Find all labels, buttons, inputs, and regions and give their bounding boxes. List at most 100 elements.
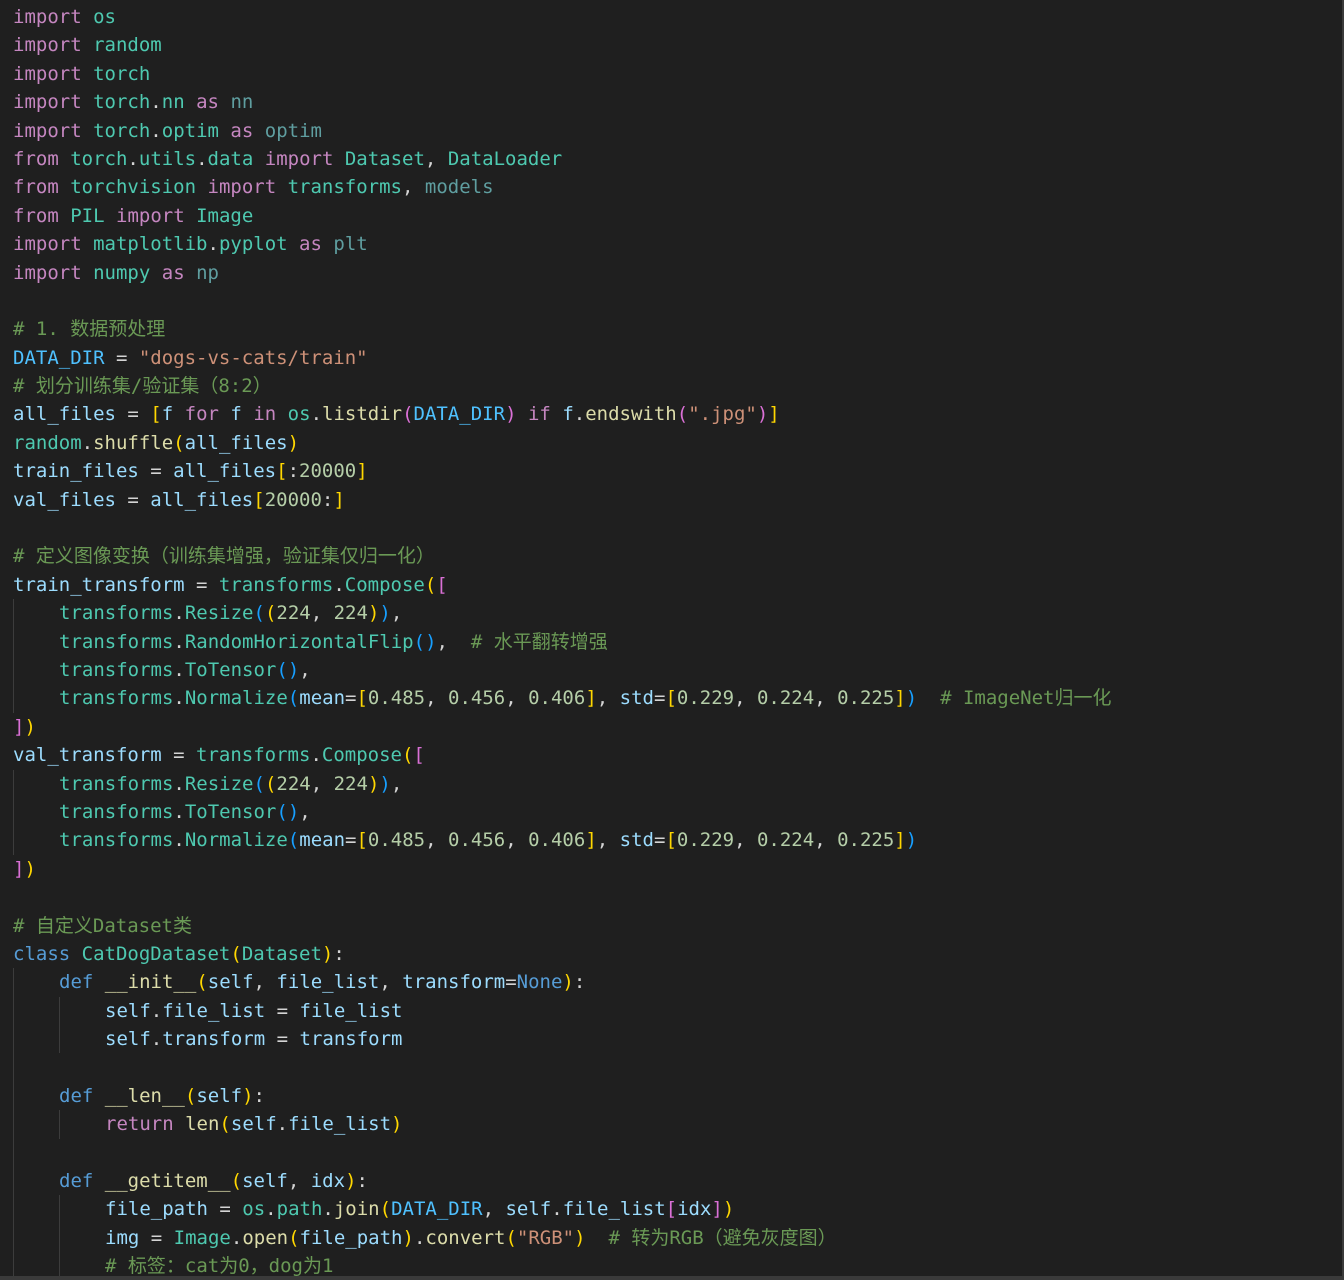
- code-token: (: [402, 403, 414, 426]
- code-token: __getitem__: [104, 1170, 231, 1193]
- code-line[interactable]: [13, 1053, 1342, 1082]
- code-token: .: [310, 403, 323, 426]
- code-line[interactable]: import torch.optim as optim: [13, 117, 1342, 145]
- code-line[interactable]: img = Image.open(file_path).convert("RGB…: [13, 1223, 1342, 1253]
- code-line[interactable]: ]): [13, 855, 1342, 883]
- code-token: ): [24, 715, 36, 738]
- code-line[interactable]: transforms.ToTensor(),: [13, 797, 1342, 827]
- code-token: ): [287, 800, 300, 823]
- code-line[interactable]: transforms.Resize((224, 224)),: [13, 599, 1342, 628]
- code-line[interactable]: import os: [13, 3, 1342, 31]
- code-token: file_path: [105, 1198, 208, 1221]
- code-line[interactable]: def __getitem__(self, idx):: [13, 1167, 1342, 1196]
- code-token: std: [619, 687, 654, 710]
- code-token: ]: [894, 829, 906, 852]
- code-line[interactable]: ]): [13, 713, 1342, 741]
- code-token: (: [253, 772, 265, 795]
- code-line[interactable]: [13, 287, 1342, 315]
- code-token: ): [425, 630, 437, 653]
- code-token: .: [81, 431, 94, 454]
- code-line[interactable]: from torch.utils.data import Dataset, Da…: [13, 145, 1342, 173]
- code-line[interactable]: return len(self.file_list): [13, 1110, 1342, 1139]
- code-line[interactable]: def __init__(self, file_list, transform=…: [13, 968, 1342, 997]
- code-token: (: [219, 1113, 231, 1136]
- code-token: DATA_DIR: [413, 403, 506, 426]
- code-line[interactable]: self.file_list = file_list: [13, 996, 1342, 1026]
- indent-guide: [13, 769, 14, 798]
- code-token: import: [13, 62, 82, 85]
- code-token: (: [424, 573, 437, 596]
- code-line[interactable]: # 1. 数据预处理: [13, 315, 1342, 343]
- code-token: # 定义图像变换（训练集增强，验证集仅归一化）: [13, 545, 435, 568]
- code-token: =: [207, 1198, 243, 1221]
- code-line[interactable]: from torchvision import transforms, mode…: [13, 173, 1342, 201]
- code-token: ,: [734, 829, 757, 852]
- code-line[interactable]: [13, 514, 1342, 542]
- code-token: ,: [505, 829, 529, 852]
- code-token: import: [207, 176, 277, 199]
- code-token: [: [665, 829, 677, 852]
- code-line[interactable]: def __len__(self):: [13, 1081, 1342, 1111]
- code-line[interactable]: val_files = all_files[20000:]: [13, 486, 1342, 514]
- code-token: def: [59, 1170, 94, 1193]
- code-token: import: [13, 119, 82, 142]
- code-line[interactable]: import torch.nn as nn: [13, 88, 1342, 116]
- code-line[interactable]: import random: [13, 31, 1342, 59]
- code-token: transform: [162, 1028, 266, 1051]
- code-line[interactable]: train_transform = transforms.Compose([: [13, 571, 1342, 599]
- code-token: import: [264, 147, 334, 170]
- code-token: :: [287, 460, 300, 483]
- code-line[interactable]: train_files = all_files[:20000]: [13, 457, 1342, 485]
- indent-guide: [13, 599, 14, 628]
- code-line[interactable]: # 划分训练集/验证集（8:2）: [13, 372, 1342, 400]
- code-token: # 水平翻转增强: [470, 630, 608, 653]
- code-area[interactable]: import os import random import torch import…: [13, 3, 1342, 1276]
- code-line[interactable]: [13, 1138, 1342, 1168]
- code-token: # 1. 数据预处理: [13, 318, 166, 341]
- code-line[interactable]: # 自定义Dataset类: [13, 912, 1342, 940]
- code-token: self: [105, 1028, 151, 1051]
- code-line[interactable]: import numpy as np: [13, 259, 1342, 287]
- code-token: (: [230, 942, 242, 965]
- code-token: ): [379, 602, 391, 625]
- code-token: [: [276, 460, 288, 483]
- code-line[interactable]: all_files = [f for f in os.listdir(DATA_…: [13, 400, 1342, 428]
- code-line[interactable]: # 标签：cat为0，dog为1: [13, 1252, 1342, 1276]
- code-token: models: [424, 176, 494, 199]
- code-line[interactable]: self.transform = transform: [13, 1025, 1342, 1054]
- code-line[interactable]: from PIL import Image: [13, 202, 1342, 230]
- code-line[interactable]: import matplotlib.pyplot as plt: [13, 230, 1342, 258]
- code-token: random: [93, 34, 162, 57]
- code-token: def: [59, 971, 94, 994]
- code-line[interactable]: DATA_DIR = "dogs-vs-cats/train": [13, 344, 1342, 372]
- code-token: .: [573, 403, 586, 426]
- code-token: 0.485: [367, 829, 426, 852]
- code-line[interactable]: transforms.ToTensor(),: [13, 655, 1342, 685]
- code-token: f: [161, 403, 174, 426]
- code-token: file_list: [288, 1113, 392, 1136]
- code-token: (: [184, 1084, 197, 1107]
- code-line[interactable]: file_path = os.path.join(DATA_DIR, self.…: [13, 1195, 1342, 1224]
- indent-guide: [13, 684, 14, 713]
- code-token: .: [196, 147, 208, 170]
- code-line[interactable]: val_transform = transforms.Compose([: [13, 741, 1342, 769]
- code-line[interactable]: transforms.Resize((224, 224)),: [13, 769, 1342, 798]
- code-editor[interactable]: import os import random import torch import…: [0, 0, 1344, 1280]
- code-line[interactable]: [13, 883, 1342, 911]
- indent-guide: [59, 996, 60, 1026]
- code-line[interactable]: import torch: [13, 60, 1342, 88]
- code-line[interactable]: transforms.Normalize(mean=[0.485, 0.456,…: [13, 826, 1342, 855]
- code-line[interactable]: # 定义图像变换（训练集增强，验证集仅归一化）: [13, 542, 1342, 570]
- code-token: 20000: [299, 460, 357, 483]
- code-line[interactable]: random.shuffle(all_files): [13, 429, 1342, 457]
- code-line[interactable]: class CatDogDataset(Dataset):: [13, 940, 1342, 968]
- code-line[interactable]: transforms.RandomHorizontalFlip(), # 水平翻…: [13, 627, 1342, 656]
- code-token: =: [161, 744, 197, 767]
- code-line[interactable]: transforms.Normalize(mean=[0.485, 0.456,…: [13, 684, 1342, 713]
- code-token: os: [93, 6, 116, 28]
